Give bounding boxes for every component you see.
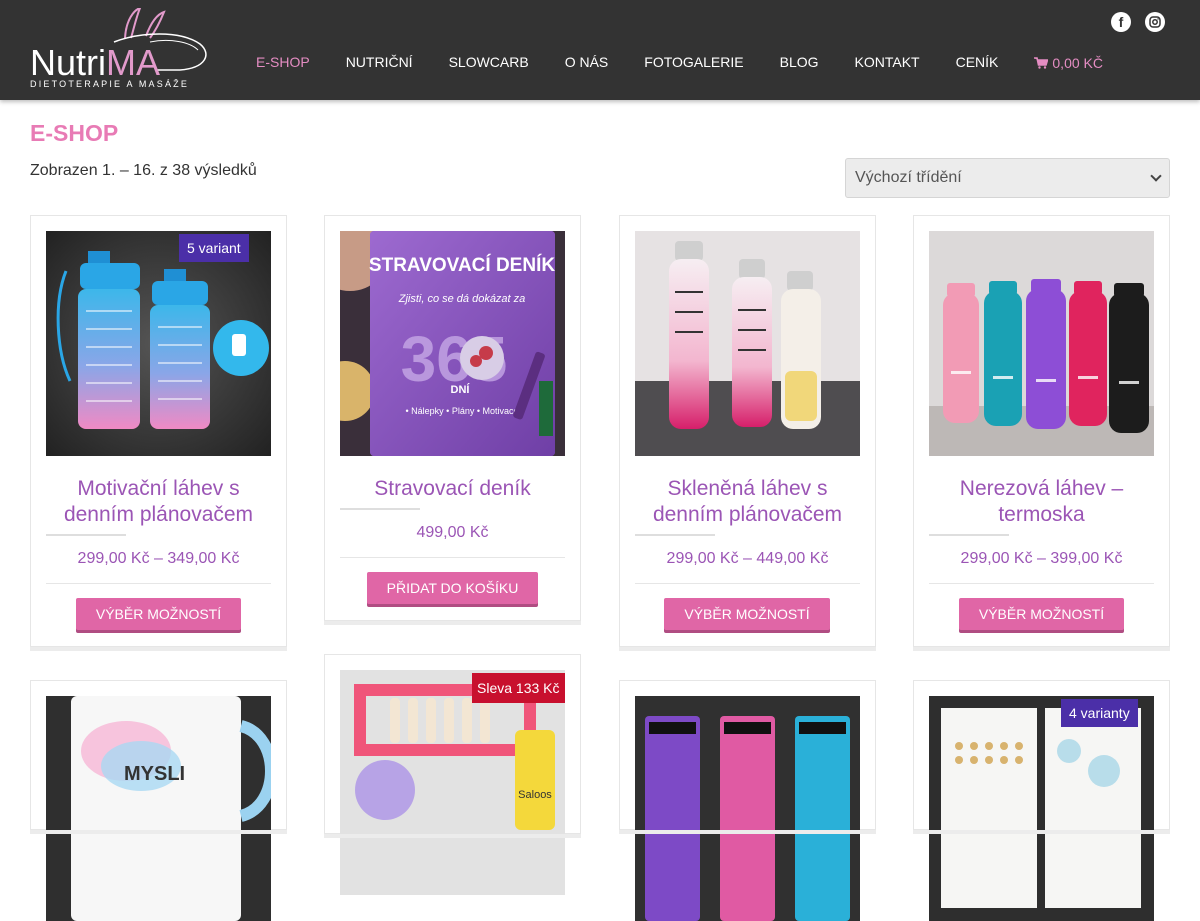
massage-roller-image: Saloos (340, 670, 565, 895)
divider (46, 583, 271, 584)
nav-item-kontakt[interactable]: KONTAKT (837, 45, 938, 81)
product-image[interactable] (929, 696, 1154, 921)
product-image[interactable]: MYSLI (46, 696, 271, 921)
sort-select[interactable]: Výchozí třídění (845, 158, 1170, 198)
product-card: Skleněná láhev s denním plánovačem 299,0… (619, 215, 876, 651)
nav-cart[interactable]: 0,00 Kč (1016, 45, 1121, 81)
product-image[interactable] (635, 231, 860, 456)
water-bottle-image (46, 231, 271, 456)
sale-badge: Sleva 133 Kč (472, 673, 565, 703)
variant-badge: 4 varianty (1061, 699, 1138, 727)
instagram-icon (1149, 16, 1161, 28)
cart-icon (1034, 57, 1049, 69)
food-diary-image: STRAVOVACÍ DENÍK Zjisti, co se dá dokáza… (340, 231, 565, 456)
divider (635, 583, 860, 584)
product-title[interactable]: Motivační láhev s denním plánovačem (46, 476, 271, 528)
title-underline (635, 534, 715, 536)
nav-item-nutricni[interactable]: NUTRIČNÍ (328, 45, 431, 81)
select-options-button[interactable]: VÝBĚR MOŽNOSTÍ (959, 598, 1124, 630)
product-price: 299,00 Kč – 399,00 Kč (960, 550, 1123, 567)
product-image[interactable] (635, 696, 860, 921)
scratch-poster-image (929, 696, 1154, 921)
facebook-icon: f (1118, 14, 1124, 30)
product-image[interactable]: Saloos (340, 670, 565, 895)
sort-selected-value: Výchozí třídění (855, 169, 962, 186)
thermos-bottle-image (929, 231, 1154, 456)
product-title[interactable]: Skleněná láhev s denním plánovačem (635, 476, 860, 528)
product-card (619, 680, 876, 921)
product-card: STRAVOVACÍ DENÍK Zjisti, co se dá dokáza… (324, 215, 581, 625)
product-card: MYSLI (30, 680, 287, 921)
product-title[interactable]: Stravovací deník (340, 476, 565, 502)
product-price: 499,00 Kč (416, 524, 489, 541)
add-to-cart-button[interactable]: PŘIDAT DO KOŠÍKU (367, 572, 538, 604)
product-image[interactable]: STRAVOVACÍ DENÍK Zjisti, co se dá dokáza… (340, 231, 565, 456)
product-card: Saloos Sleva 133 Kč (324, 654, 581, 895)
svg-text:STRAVOVACÍ DENÍK: STRAVOVACÍ DENÍK (369, 254, 555, 276)
product-card: 4 varianty (913, 680, 1170, 921)
select-options-button[interactable]: VÝBĚR MOŽNOSTÍ (664, 598, 830, 630)
main-nav: E-SHOP NUTRIČNÍ SLOWCARB O NÁS FOTOGALER… (238, 45, 1121, 81)
product-card: 5 variant Motivační láhev s denním pláno… (30, 215, 287, 651)
nav-item-eshop[interactable]: E-SHOP (238, 45, 328, 81)
svg-text:DNÍ: DNÍ (451, 383, 471, 396)
divider (929, 583, 1154, 584)
title-underline (46, 534, 126, 536)
title-underline (340, 508, 420, 510)
product-price: 299,00 Kč – 449,00 Kč (666, 550, 829, 567)
svg-text:Zjisti, co se dá dokázat za: Zjisti, co se dá dokázat za (398, 293, 526, 305)
socks-image (635, 696, 860, 921)
page-title: E-SHOP (30, 120, 119, 146)
product-title[interactable]: Nerezová láhev – termoska (929, 476, 1154, 528)
title-underline (929, 534, 1009, 536)
product-card: Nerezová láhev – termoska 299,00 Kč – 39… (913, 215, 1170, 651)
cart-total: 0,00 Kč (1052, 55, 1103, 71)
product-price: 299,00 Kč – 349,00 Kč (77, 550, 240, 567)
nav-item-fotogalerie[interactable]: FOTOGALERIE (626, 45, 761, 81)
site-header: NutriMA DIETOTERAPIE A MASÁŽE E-SHOP NUT… (0, 0, 1200, 100)
select-options-button[interactable]: VÝBĚR MOŽNOSTÍ (76, 598, 241, 630)
site-logo[interactable]: NutriMA DIETOTERAPIE A MASÁŽE (30, 8, 212, 90)
nav-item-blog[interactable]: BLOG (762, 45, 837, 81)
logo-wordmark: NutriMA (30, 42, 161, 83)
logo-tagline: DIETOTERAPIE A MASÁŽE (30, 79, 190, 89)
glass-bottle-image (635, 231, 860, 456)
variant-badge: 5 variant (179, 234, 249, 262)
nav-item-o-nas[interactable]: O NÁS (547, 45, 627, 81)
nav-item-cenik[interactable]: CENÍK (938, 45, 1017, 81)
product-image[interactable] (46, 231, 271, 456)
facebook-link[interactable]: f (1111, 12, 1131, 32)
mug-image: MYSLI (46, 696, 271, 921)
svg-text:Saloos: Saloos (518, 789, 552, 801)
chevron-down-icon (1150, 170, 1162, 182)
svg-text:• Nálepky • Plány • Motivace: • Nálepky • Plány • Motivace (406, 406, 519, 416)
nav-item-slowcarb[interactable]: SLOWCARB (431, 45, 547, 81)
svg-text:MYSLI: MYSLI (124, 763, 185, 785)
divider (340, 557, 565, 558)
product-image[interactable] (929, 231, 1154, 456)
instagram-link[interactable] (1145, 12, 1165, 32)
result-count: Zobrazen 1. – 16. z 38 výsledků (30, 162, 257, 179)
